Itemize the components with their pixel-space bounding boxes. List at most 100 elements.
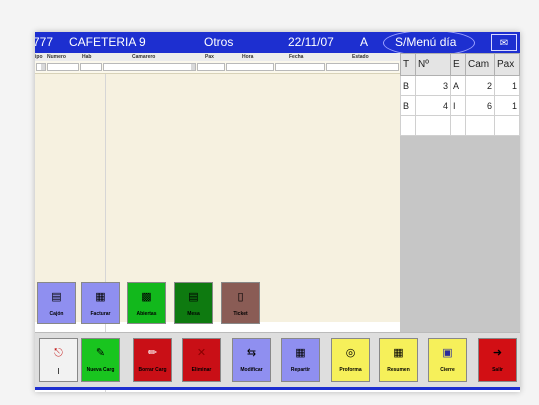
col-fecha: Fecha	[289, 54, 304, 60]
col-tipo: ipo	[35, 54, 43, 60]
cell-cam: 2	[465, 75, 495, 96]
button-label: Cierre	[440, 367, 455, 373]
table-button[interactable]: ▤ Mesa	[174, 282, 213, 324]
filter-estado[interactable]	[326, 63, 399, 71]
summary-icon: ▦	[393, 346, 404, 359]
open-tables-grid: T Nº E Cam Pax B 3 A 2 1 B 4 I 6 1	[400, 53, 520, 136]
new-charge-button[interactable]: ✎ Nueva Carg	[81, 338, 120, 382]
col-hab: Hab	[82, 54, 92, 60]
proforma-icon: ◎	[345, 346, 356, 359]
proforma-button[interactable]: ◎ Proforma	[331, 338, 370, 382]
col-numero: Numero	[47, 54, 66, 60]
button-label: I	[57, 367, 60, 376]
button-label: Mesa	[187, 311, 200, 317]
header-numero: Nº	[415, 53, 451, 76]
cell-empty	[465, 115, 495, 136]
ticket-icon: ▯	[237, 290, 244, 303]
ticket-button[interactable]: ▯ Ticket	[221, 282, 260, 324]
cell-t: B	[400, 75, 416, 96]
title-bar: 777 CAFETERIA 9 Otros 22/11/07 A S/Menú …	[35, 32, 520, 56]
filter-hab[interactable]	[80, 63, 102, 71]
table-icon: ▤	[188, 290, 199, 303]
col-pax: Pax	[205, 54, 214, 60]
screen-frame: 777 CAFETERIA 9 Otros 22/11/07 A S/Menú …	[0, 0, 539, 405]
pos-window: 777 CAFETERIA 9 Otros 22/11/07 A S/Menú …	[35, 32, 520, 392]
filter-tipo[interactable]	[36, 63, 46, 71]
filter-fecha[interactable]	[275, 63, 325, 71]
header-pax: Pax	[494, 53, 520, 76]
close-register-icon: ▣	[442, 346, 453, 359]
table-row[interactable]	[400, 115, 520, 136]
cash-drawer-button[interactable]: ▤ Cajón	[37, 282, 76, 324]
modify-button[interactable]: ⇆ Modificar	[232, 338, 271, 382]
delete-charge-button[interactable]: ✏ Borrar Carg	[133, 338, 172, 382]
exit-button[interactable]: ➜ Salir	[478, 338, 517, 382]
button-label: Facturar	[90, 311, 111, 317]
button-label: Repartir	[290, 367, 311, 373]
header-t: T	[400, 53, 416, 76]
filter-camarero[interactable]	[103, 63, 196, 71]
status-strip	[35, 387, 520, 390]
cell-pax: 1	[494, 95, 520, 116]
filter-numero[interactable]	[47, 63, 79, 71]
open-tables-panel: T Nº E Cam Pax B 3 A 2 1 B 4 I 6 1	[400, 53, 520, 333]
invoice-icon: ▦	[95, 290, 106, 303]
col-camarero: Camarero	[132, 54, 156, 60]
button-label: Eliminar	[191, 367, 212, 373]
mail-button[interactable]: ✉	[491, 34, 517, 51]
lock-button[interactable]: ⎋ I	[39, 338, 78, 382]
open-tables-icon: ▩	[141, 290, 152, 303]
filter-hora[interactable]	[226, 63, 274, 71]
open-tables-button[interactable]: ▩ Abiertas	[127, 282, 166, 324]
section-name: Otros	[204, 35, 234, 49]
split-icon: ▦	[295, 346, 306, 359]
list-header: ipo Numero Hab Camarero Pax Hora Fecha E…	[35, 53, 400, 61]
button-label: Resumen	[387, 367, 410, 373]
summary-button[interactable]: ▦ Resumen	[379, 338, 418, 382]
button-label: Borrar Carg	[138, 367, 167, 373]
eraser-icon: ✏	[147, 346, 158, 359]
status-letter: A	[360, 35, 369, 49]
split-button[interactable]: ▦ Repartir	[281, 338, 320, 382]
col-estado: Estado	[352, 54, 369, 60]
cell-empty	[400, 115, 416, 136]
close-register-button[interactable]: ▣ Cierre	[428, 338, 467, 382]
cell-empty	[415, 115, 451, 136]
button-label: Modificar	[240, 367, 263, 373]
dropdown-arrow-icon	[191, 64, 195, 70]
cell-e: A	[450, 75, 466, 96]
button-label: Nueva Carg	[86, 367, 115, 373]
table-row[interactable]: B 4 I 6 1	[400, 95, 520, 116]
button-label: Cajón	[49, 311, 64, 317]
header-e: E	[450, 53, 466, 76]
modify-icon: ⇆	[246, 346, 257, 359]
current-date: 22/11/07	[288, 35, 334, 49]
cell-t: B	[400, 95, 416, 116]
button-label: Salir	[492, 367, 503, 373]
lock-icon: ⎋	[54, 346, 63, 359]
filter-pax[interactable]	[197, 63, 225, 71]
bottom-toolbar: ⎋ I ✎ Nueva Carg ✏ Borrar Carg ✕ Elimina…	[35, 332, 520, 389]
pencil-icon: ✎	[95, 346, 106, 359]
cell-pax: 1	[494, 75, 520, 96]
dropdown-arrow-icon	[41, 64, 45, 70]
button-label: Abiertas	[136, 311, 157, 317]
delete-button[interactable]: ✕ Eliminar	[182, 338, 221, 382]
button-label: Ticket	[233, 311, 248, 317]
location-name: CAFETERIA 9	[69, 35, 146, 49]
button-label: Proforma	[339, 367, 362, 373]
cell-empty	[494, 115, 520, 136]
col-hora: Hora	[242, 54, 254, 60]
cell-cam: 6	[465, 95, 495, 116]
exit-icon: ➜	[492, 346, 503, 359]
cell-e: I	[450, 95, 466, 116]
cell-numero: 3	[415, 75, 451, 96]
table-row[interactable]: B 3 A 2 1	[400, 75, 520, 96]
invoice-button[interactable]: ▦ Facturar	[81, 282, 120, 324]
terminal-code: 777	[35, 35, 54, 49]
filter-row	[35, 61, 400, 74]
envelope-icon: ✉	[499, 38, 509, 49]
cell-numero: 4	[415, 95, 451, 116]
cash-drawer-icon: ▤	[51, 290, 62, 303]
delete-x-icon: ✕	[196, 346, 207, 359]
